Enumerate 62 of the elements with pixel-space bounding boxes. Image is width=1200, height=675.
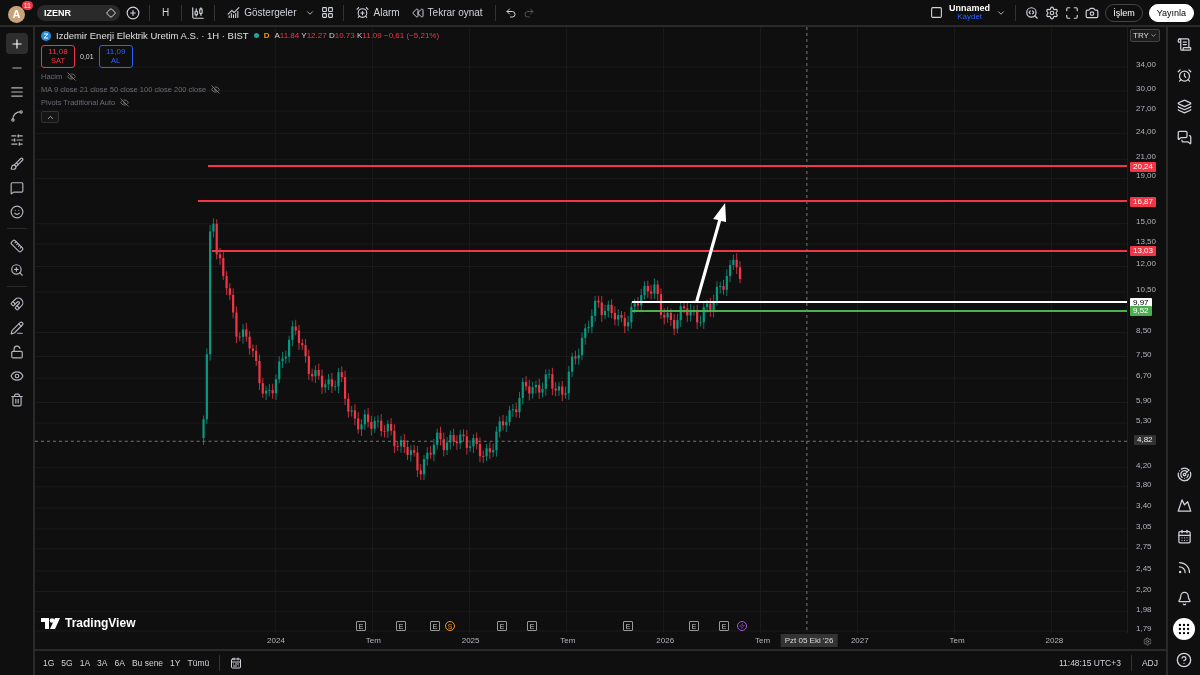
price-tick: 34,00 [1136,59,1157,69]
price-tick: 13,50 [1136,236,1157,246]
price-label: 20,24 [1130,161,1157,172]
symbol-search-field[interactable]: IZENR [37,4,120,21]
time-tick: 2025 [461,636,480,645]
price-tick: 2,20 [1136,584,1152,594]
price-tick: 2,45 [1136,563,1152,573]
price-tick: 2,75 [1136,541,1152,551]
time-tick: Tem [365,636,381,645]
crosshair-price-label: 4,82 [1134,435,1156,446]
range-button[interactable]: Bu sene [131,658,164,668]
range-button[interactable]: 1A [79,658,91,668]
range-button[interactable]: 6A [114,658,125,668]
price-tick: 27,00 [1136,104,1157,114]
ohlc-values: A11.84 Y12.27 D10.73 K11.09 −0,61 (−5,21%) [274,31,440,40]
price-tick: 12,00 [1136,259,1157,269]
price-tick: 3,40 [1136,501,1152,511]
range-button[interactable]: 3A [97,658,108,668]
time-tick: 2028 [1045,636,1064,645]
replay-button[interactable]: Tekrar oynat [408,4,486,21]
alarm-button[interactable]: Alarm [353,4,403,21]
price-tick: 8,50 [1136,325,1152,335]
layout-name[interactable]: Unnamed [949,4,991,13]
range-button[interactable]: 5G [61,658,73,668]
range-button[interactable]: Tümü [187,658,210,668]
interval-button[interactable]: H [159,5,173,20]
price-tick: 3,80 [1136,479,1152,489]
price-tick: 10,50 [1136,285,1157,295]
clock-time: 11:48:15 UTC+3 [1058,658,1121,668]
currency-dropdown[interactable]: TRY [1130,29,1160,42]
price-tick: 4,20 [1136,460,1152,470]
price-tick: 7,50 [1136,349,1152,359]
price-label: 16,87 [1130,196,1157,207]
session-label: D [263,31,270,40]
crosshair-date-label: Pzt 05 Eki '26 [780,634,838,647]
indicators-button[interactable]: Göstergeler [224,4,300,21]
range-button[interactable]: 1G [43,658,55,668]
price-label: 9,52 [1130,306,1152,317]
price-tick: 3,05 [1136,521,1152,531]
adjust-button[interactable]: ADJ [1141,658,1158,668]
tradingview-wordmark: TradingView [65,616,136,630]
price-tick: 21,00 [1136,152,1157,162]
price-tick: 6,70 [1136,371,1152,381]
time-tick: 2027 [850,636,869,645]
price-tick: 24,00 [1136,126,1157,136]
price-tick: 15,00 [1136,216,1157,226]
time-tick: 2026 [656,636,675,645]
time-tick: Tem [949,636,965,645]
time-tick: Tem [560,636,576,645]
price-tick: 30,00 [1136,83,1157,93]
price-tick: 1,98 [1136,604,1152,614]
time-tick: 2024 [267,636,285,645]
symbol-title: Izdemir Enerji Elektrik Uretim A.S. · 1H · BIST [56,30,249,41]
price-tick: 1,79 [1136,624,1152,634]
save-link[interactable]: Kaydet [957,13,983,21]
publish-button[interactable]: Yayınla [1148,3,1194,22]
price-tick: 19,00 [1136,171,1157,181]
time-tick: Tem [754,636,771,645]
price-tick: 5,90 [1136,395,1152,405]
price-tick: 5,30 [1136,416,1152,426]
price-label: 13,03 [1130,246,1157,257]
range-button[interactable]: 1Y [170,658,181,668]
